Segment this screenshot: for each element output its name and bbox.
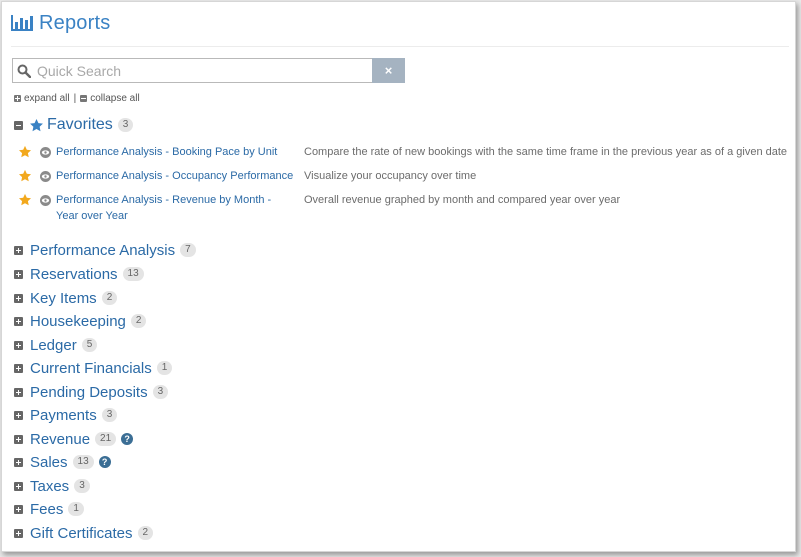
category-count-badge: 1 [156, 361, 173, 375]
header-divider [11, 46, 789, 47]
expand-icon[interactable] [14, 363, 23, 373]
category-label[interactable]: Ledger [30, 337, 77, 354]
category-count-badge: 21 [95, 432, 117, 446]
expand-icon[interactable] [14, 528, 23, 538]
category-payments[interactable]: Payments 3 [14, 405, 118, 425]
category-label[interactable]: Taxes [30, 478, 69, 495]
star-icon [30, 118, 43, 131]
page-title: Reports [39, 11, 111, 34]
search-field[interactable] [12, 58, 372, 83]
category-taxes[interactable]: Taxes 3 [14, 476, 90, 496]
favorites-title[interactable]: Favorites [47, 116, 113, 134]
favorite-star-icon[interactable] [18, 169, 32, 183]
tree-controls: expand all | collapse all [14, 93, 140, 104]
category-label[interactable]: Sales [30, 454, 68, 471]
expand-icon[interactable] [14, 504, 23, 514]
expand-icon[interactable] [14, 410, 23, 420]
category-label[interactable]: Pending Deposits [30, 384, 148, 401]
favorite-report-link[interactable]: Performance Analysis - Booking Pace by U… [56, 144, 277, 160]
favorites-count-badge: 3 [117, 118, 134, 132]
question-icon[interactable]: ? [98, 456, 111, 468]
category-pending-deposits[interactable]: Pending Deposits 3 [14, 382, 169, 402]
favorite-report-description: Compare the rate of new bookings with th… [304, 146, 788, 158]
expand-icon[interactable] [14, 481, 23, 491]
favorite-item: Performance Analysis - Booking Pace by U… [18, 144, 277, 160]
category-label[interactable]: Revenue [30, 431, 90, 448]
category-label[interactable]: Gift Certificates [30, 525, 133, 542]
expand-icon[interactable] [14, 316, 23, 326]
clear-search-button[interactable]: × [372, 58, 405, 83]
eye-icon[interactable] [40, 147, 51, 158]
category-count-badge: 1 [68, 502, 84, 516]
category-label[interactable]: Housekeeping [30, 313, 126, 330]
category-sales[interactable]: Sales 13 ? [14, 452, 111, 472]
eye-icon[interactable] [40, 171, 51, 182]
expand-all-link[interactable]: expand all [24, 93, 70, 104]
category-count-badge: 2 [101, 291, 118, 305]
favorite-item: Performance Analysis - Revenue by Month … [18, 192, 296, 224]
search-input[interactable] [35, 61, 359, 80]
separator: | [73, 93, 77, 104]
category-label[interactable]: Payments [30, 407, 97, 424]
category-housekeeping[interactable]: Housekeeping 2 [14, 311, 147, 331]
favorite-report-description: Overall revenue graphed by month and com… [304, 194, 621, 206]
category-count-badge: 5 [81, 338, 98, 352]
category-count-badge: 3 [101, 408, 118, 422]
quick-search: × [12, 58, 405, 83]
category-ledger[interactable]: Ledger 5 [14, 335, 98, 355]
expand-icon[interactable] [14, 245, 23, 255]
expand-icon[interactable] [14, 293, 23, 303]
category-count-badge: 13 [122, 267, 144, 281]
favorite-star-icon[interactable] [18, 145, 32, 159]
collapse-favorites-icon[interactable] [14, 120, 23, 130]
category-current-financials[interactable]: Current Financials 1 [14, 358, 173, 378]
favorites-header[interactable]: Favorites 3 [14, 114, 134, 136]
category-count-badge: 3 [152, 385, 169, 399]
category-label[interactable]: Fees [30, 501, 63, 518]
search-icon [17, 64, 31, 78]
category-count-badge: 7 [180, 243, 196, 257]
category-count-badge: 2 [137, 526, 154, 540]
expand-icon[interactable] [14, 269, 23, 279]
expand-icon[interactable] [14, 387, 23, 397]
favorite-report-link[interactable]: Performance Analysis - Revenue by Month … [56, 192, 296, 224]
expand-icon[interactable] [14, 457, 23, 467]
favorite-report-description: Visualize your occupancy over time [304, 170, 477, 182]
favorite-report-link[interactable]: Performance Analysis - Occupancy Perform… [56, 168, 293, 184]
category-label[interactable]: Current Financials [30, 360, 152, 377]
category-count-badge: 3 [74, 479, 90, 493]
reports-window: Reports × expand all | collapse all Favo… [1, 1, 796, 552]
plus-square-icon [14, 95, 21, 102]
expand-icon[interactable] [14, 340, 23, 350]
question-icon[interactable]: ? [121, 433, 134, 445]
category-fees[interactable]: Fees 1 [14, 499, 84, 519]
category-label[interactable]: Key Items [30, 290, 97, 307]
collapse-all-link[interactable]: collapse all [90, 93, 139, 104]
category-count-badge: 13 [72, 455, 94, 469]
minus-square-icon [80, 95, 88, 102]
eye-icon[interactable] [40, 195, 51, 206]
category-label[interactable]: Reservations [30, 266, 118, 283]
category-label[interactable]: Performance Analysis [30, 242, 175, 259]
expand-icon[interactable] [14, 434, 23, 444]
favorite-star-icon[interactable] [18, 193, 32, 207]
category-key-items[interactable]: Key Items 2 [14, 288, 118, 308]
category-revenue[interactable]: Revenue 21 ? [14, 429, 134, 449]
category-count-badge: 2 [130, 314, 147, 328]
favorite-item: Performance Analysis - Occupancy Perform… [18, 168, 293, 184]
category-gift-certificates[interactable]: Gift Certificates 2 [14, 523, 154, 543]
page-header: Reports [11, 8, 110, 38]
bar-chart-icon [11, 15, 33, 31]
category-performance-analysis[interactable]: Performance Analysis 7 [14, 240, 196, 260]
category-reservations[interactable]: Reservations 13 [14, 264, 144, 284]
